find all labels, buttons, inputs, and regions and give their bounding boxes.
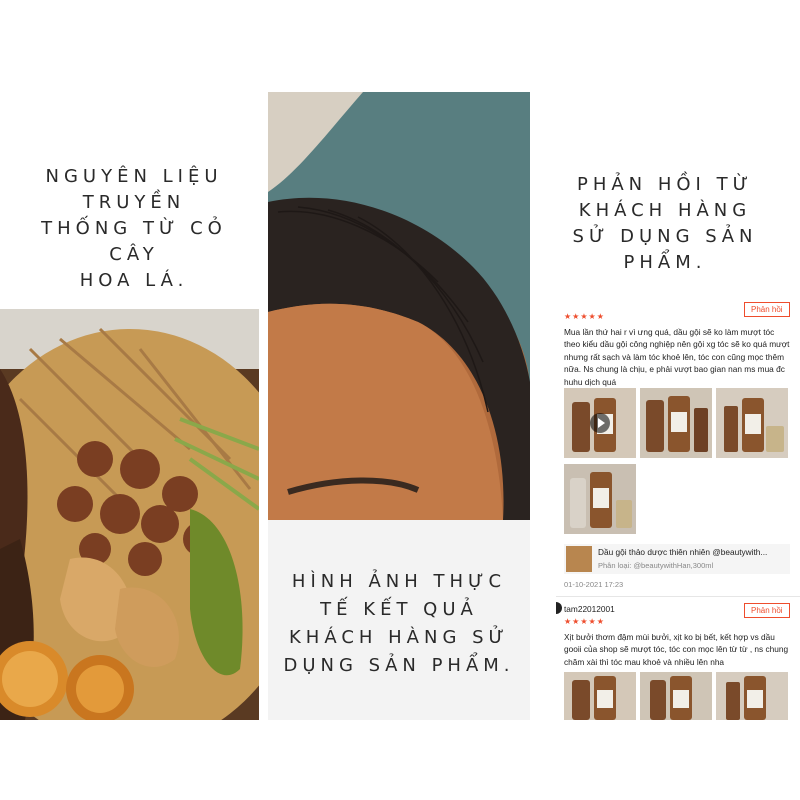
heading-results: HÌNH ẢNH THỰC TẾ KẾT QUẢ KHÁCH HÀNG SỬ D… (283, 571, 515, 676)
review-1-photo-3[interactable] (564, 464, 636, 534)
review-2-video-thumb[interactable] (564, 672, 636, 720)
review-1-photo-2[interactable] (716, 388, 788, 458)
review-1-photo-1[interactable] (640, 388, 712, 458)
product-variant: Phân loại: @beautywithHan,300ml (598, 561, 714, 570)
play-icon (590, 413, 610, 433)
review-2-text: Xịt bưởi thơm đậm mùi bưởi, xịt ko bị bế… (564, 632, 789, 667)
review-2-photo-1[interactable] (640, 672, 712, 720)
heading-ingredients: NGUYÊN LIỆU TRUYỀN THỐNG TỪ CỎ CÂY HOA L… (41, 166, 227, 291)
review-1-reply-button[interactable]: Phản hồi (744, 302, 790, 317)
review-1-date: 01-10-2021 17:23 (564, 580, 624, 589)
review-1-product-card[interactable]: Dầu gội thảo dược thiên nhiên @beautywit… (564, 544, 790, 574)
review-2-photo-2[interactable] (716, 672, 788, 720)
portrait-photo (268, 92, 530, 520)
product-thumbnail (566, 546, 592, 572)
product-name: Dầu gội thảo dược thiên nhiên @beautywit… (598, 547, 768, 557)
review-2-stars: ★★★★★ (564, 617, 605, 626)
divider (556, 596, 800, 597)
review-2-reply-button[interactable]: Phản hồi (744, 603, 790, 618)
herbs-photo (0, 309, 259, 720)
review-1-text: Mua lần thứ hai r vì ưng quá, dầu gội sẽ… (564, 327, 790, 387)
review-2-username[interactable]: tam22012001 (564, 604, 615, 614)
review-1-stars: ★★★★★ (564, 312, 605, 321)
heading-feedback: PHẢN HỒI TỪ KHÁCH HÀNG SỬ DỤNG SẢN PHẨM. (572, 174, 758, 273)
reviews-panel: ★★★★★ Phản hồi Mua lần thứ hai r vì ưng … (556, 298, 800, 720)
avatar (556, 602, 562, 614)
review-1-video-thumb[interactable] (564, 388, 636, 458)
